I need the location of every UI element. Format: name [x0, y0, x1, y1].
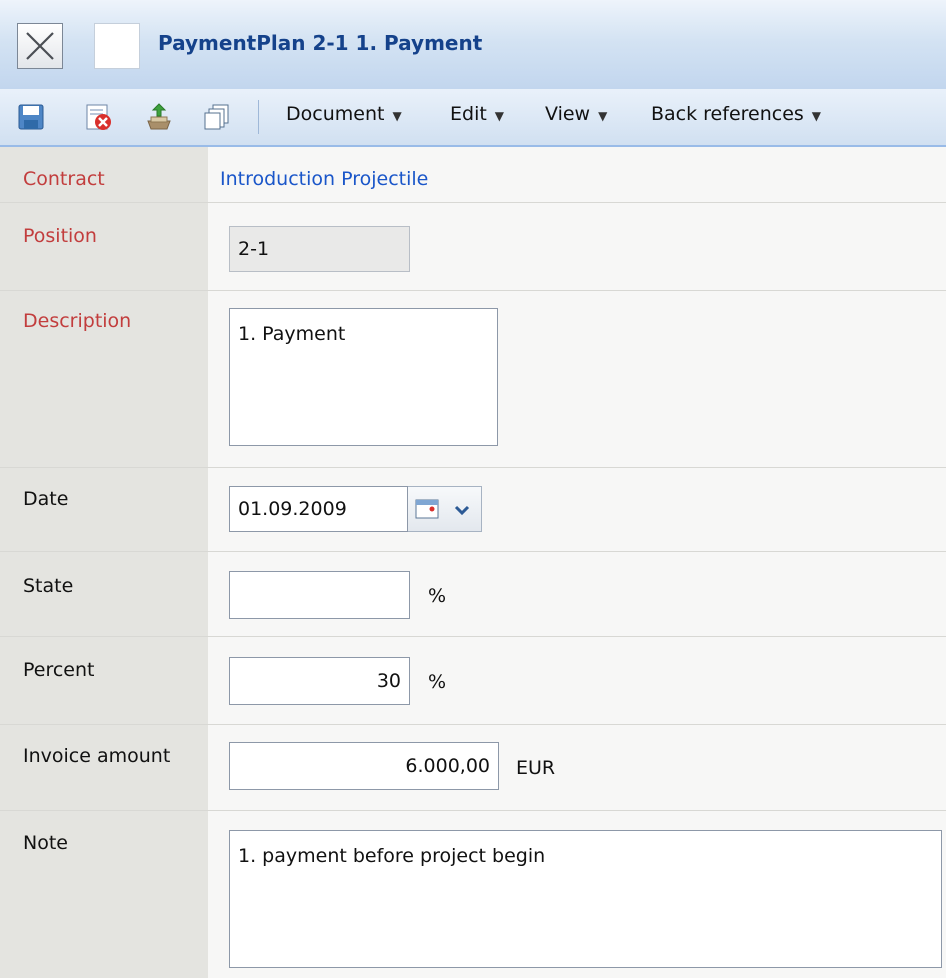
- state-field[interactable]: [229, 571, 410, 619]
- copy-button[interactable]: [203, 103, 231, 131]
- invoice-amount-unit: EUR: [516, 757, 556, 779]
- discard-icon: [86, 104, 111, 130]
- document-status-box[interactable]: [94, 23, 140, 69]
- position-field[interactable]: 2-1: [229, 226, 410, 272]
- state-unit: %: [428, 585, 447, 607]
- dropdown-arrow-icon: ▼: [494, 109, 505, 123]
- dropdown-arrow-icon: ▼: [811, 109, 822, 123]
- form-window: { "window": { "title": "PaymentPlan 2-1 …: [0, 0, 946, 978]
- row-state: [0, 551, 946, 637]
- contract-label: Contract: [23, 168, 105, 190]
- row-contract: [0, 147, 946, 203]
- export-icon: [147, 103, 171, 130]
- discard-button[interactable]: [84, 103, 112, 131]
- invoice-amount-field[interactable]: 6.000,00: [229, 742, 499, 790]
- title-bar: PaymentPlan 2-1 1. Payment: [0, 0, 946, 90]
- note-field[interactable]: 1. payment before project begin: [229, 830, 942, 968]
- description-label: Description: [23, 310, 132, 332]
- row-position: [0, 202, 946, 291]
- save-button[interactable]: [17, 103, 45, 131]
- copy-icon: [204, 104, 229, 130]
- description-field[interactable]: 1. Payment: [229, 308, 498, 446]
- dropdown-arrow-icon: ▼: [598, 109, 608, 123]
- dropdown-arrow-icon: ▼: [392, 109, 402, 123]
- date-picker-button[interactable]: [408, 486, 482, 532]
- percent-unit: %: [428, 671, 447, 693]
- close-icon: [26, 32, 54, 60]
- date-label: Date: [23, 488, 69, 510]
- window-title: PaymentPlan 2-1 1. Payment: [158, 31, 483, 55]
- state-label: State: [23, 575, 74, 597]
- position-label: Position: [23, 225, 97, 247]
- menu-edit-label: Edit: [450, 103, 487, 125]
- menu-document-label: Document: [286, 103, 385, 125]
- percent-field[interactable]: 30: [229, 657, 410, 705]
- calendar-icon: [415, 499, 439, 519]
- contract-link[interactable]: Introduction Projectile: [220, 168, 428, 190]
- menu-view[interactable]: View ▼: [545, 103, 607, 125]
- menu-back-references-label: Back references: [651, 103, 804, 125]
- menu-back-references[interactable]: Back references ▼: [651, 103, 821, 125]
- toolbar: Document ▼ Edit ▼ View ▼ Back references ▼: [0, 89, 946, 147]
- note-label: Note: [23, 832, 68, 854]
- percent-label: Percent: [23, 659, 95, 681]
- row-percent: [0, 636, 946, 725]
- menu-document[interactable]: Document ▼: [286, 103, 402, 125]
- toolbar-separator: [258, 100, 259, 134]
- date-field[interactable]: 01.09.2009: [229, 486, 408, 532]
- invoice-amount-label: Invoice amount: [23, 745, 171, 767]
- chevron-down-icon: [454, 505, 470, 516]
- menu-view-label: View: [545, 103, 591, 125]
- menu-edit[interactable]: Edit ▼: [450, 103, 504, 125]
- close-button[interactable]: [17, 23, 63, 69]
- save-icon: [18, 104, 44, 130]
- export-button[interactable]: [145, 103, 173, 131]
